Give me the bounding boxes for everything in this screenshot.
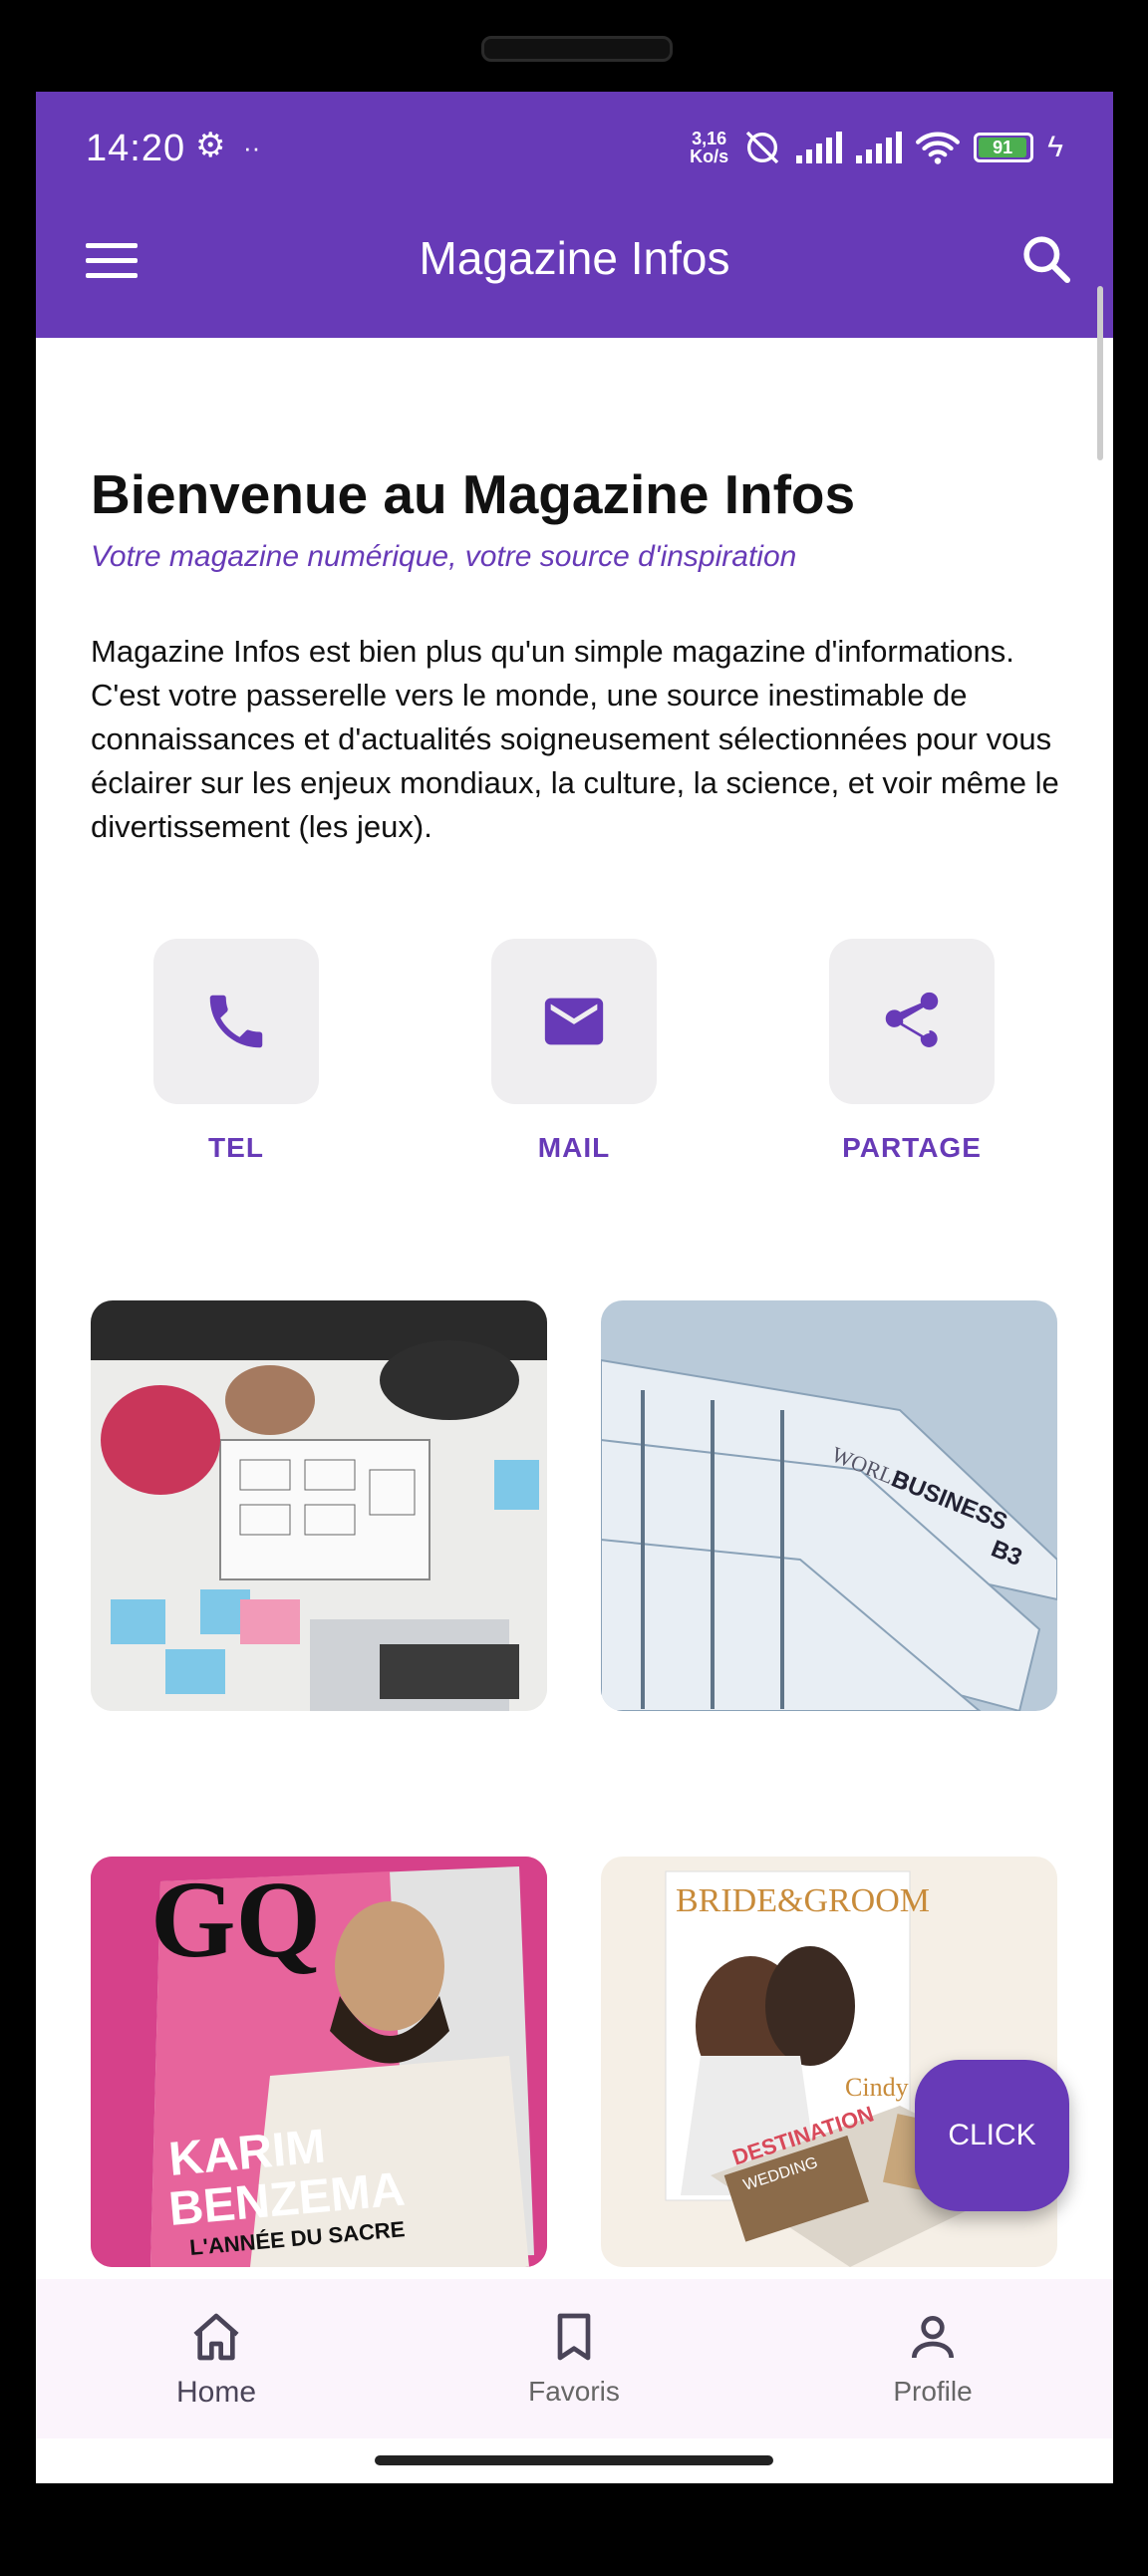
tel-label: TEL (208, 1132, 264, 1163)
home-icon (193, 2313, 239, 2361)
screen: 14:20 ⚙ ·· 3,16 Ko/s 91 ϟ Magazine Infos… (36, 92, 1113, 2483)
gesture-home-pill[interactable] (375, 2455, 773, 2465)
nav-profile-label: Profile (893, 2376, 973, 2407)
share-tile[interactable] (829, 939, 995, 1104)
click-fab-button[interactable]: CLICK (915, 2060, 1069, 2211)
nav-home[interactable]: Home (117, 2309, 316, 2410)
mail-label: MAIL (537, 1132, 611, 1163)
person-icon (912, 2316, 954, 2359)
phone-icon (209, 995, 263, 1048)
share-button[interactable]: PARTAGE (829, 939, 995, 1164)
svg-text:Cindy: Cindy (845, 2073, 909, 2102)
welcome-body: Magazine Infos est bien plus qu'un simpl… (91, 634, 1059, 844)
nav-home-label: Home (175, 2376, 257, 2409)
signal-icon-2 (856, 132, 903, 163)
alarm-off-icon (745, 131, 779, 164)
svg-text:GQ: GQ (150, 1859, 321, 1980)
signal-icon (796, 132, 843, 163)
welcome-subtitle: Votre magazine numérique, votre source d… (91, 540, 797, 573)
status-time: 14:20 (86, 128, 186, 169)
phone-speaker (481, 36, 673, 62)
gq-magazine-cover[interactable]: GQ KARIM BENZEMA L'ANNÉE DU SACRE (91, 1857, 547, 2267)
net-speed: 3,16 Ko/s (690, 129, 729, 166)
mail-tile[interactable] (491, 939, 657, 1104)
nav-profile[interactable]: Profile (833, 2309, 1032, 2408)
workspace-photo[interactable] (91, 1300, 547, 1711)
welcome-title: Bienvenue au Magazine Infos (91, 463, 856, 525)
charging-icon: ϟ (1047, 131, 1063, 163)
status-icons-right: 3,16 Ko/s 91 ϟ (690, 128, 1063, 167)
phone-frame: 14:20 ⚙ ·· 3,16 Ko/s 91 ϟ Magazine Infos… (0, 0, 1148, 2576)
scroll-indicator[interactable] (1097, 286, 1103, 460)
status-icons-left: ⚙ ·· (195, 126, 260, 165)
tel-button[interactable]: TEL (153, 939, 319, 1164)
newspapers-photo[interactable]: WORLD BUSINESS B3 (601, 1300, 1057, 1711)
wifi-icon (916, 132, 961, 164)
svg-text:BRIDE&GROOM: BRIDE&GROOM (676, 1882, 930, 1919)
share-icon (885, 992, 939, 1047)
nav-favoris-label: Favoris (528, 2376, 620, 2407)
bookmark-icon (557, 2313, 591, 2361)
fab-label: CLICK (948, 2119, 1036, 2151)
dots-icon: ·· (242, 133, 261, 162)
search-icon[interactable] (1018, 231, 1074, 287)
share-label: PARTAGE (842, 1132, 982, 1163)
app-bar: 14:20 ⚙ ·· 3,16 Ko/s 91 ϟ Magazine Infos (36, 92, 1113, 338)
settings-icon: ⚙ (195, 127, 226, 164)
mail-button[interactable]: MAIL (491, 939, 657, 1164)
tel-tile[interactable] (153, 939, 319, 1104)
mail-icon (544, 998, 604, 1045)
bottom-navigation: Home Favoris Profile (36, 2279, 1113, 2438)
nav-favoris[interactable]: Favoris (474, 2309, 674, 2408)
battery-icon: 91 (974, 133, 1034, 162)
app-title: Magazine Infos (419, 232, 730, 284)
